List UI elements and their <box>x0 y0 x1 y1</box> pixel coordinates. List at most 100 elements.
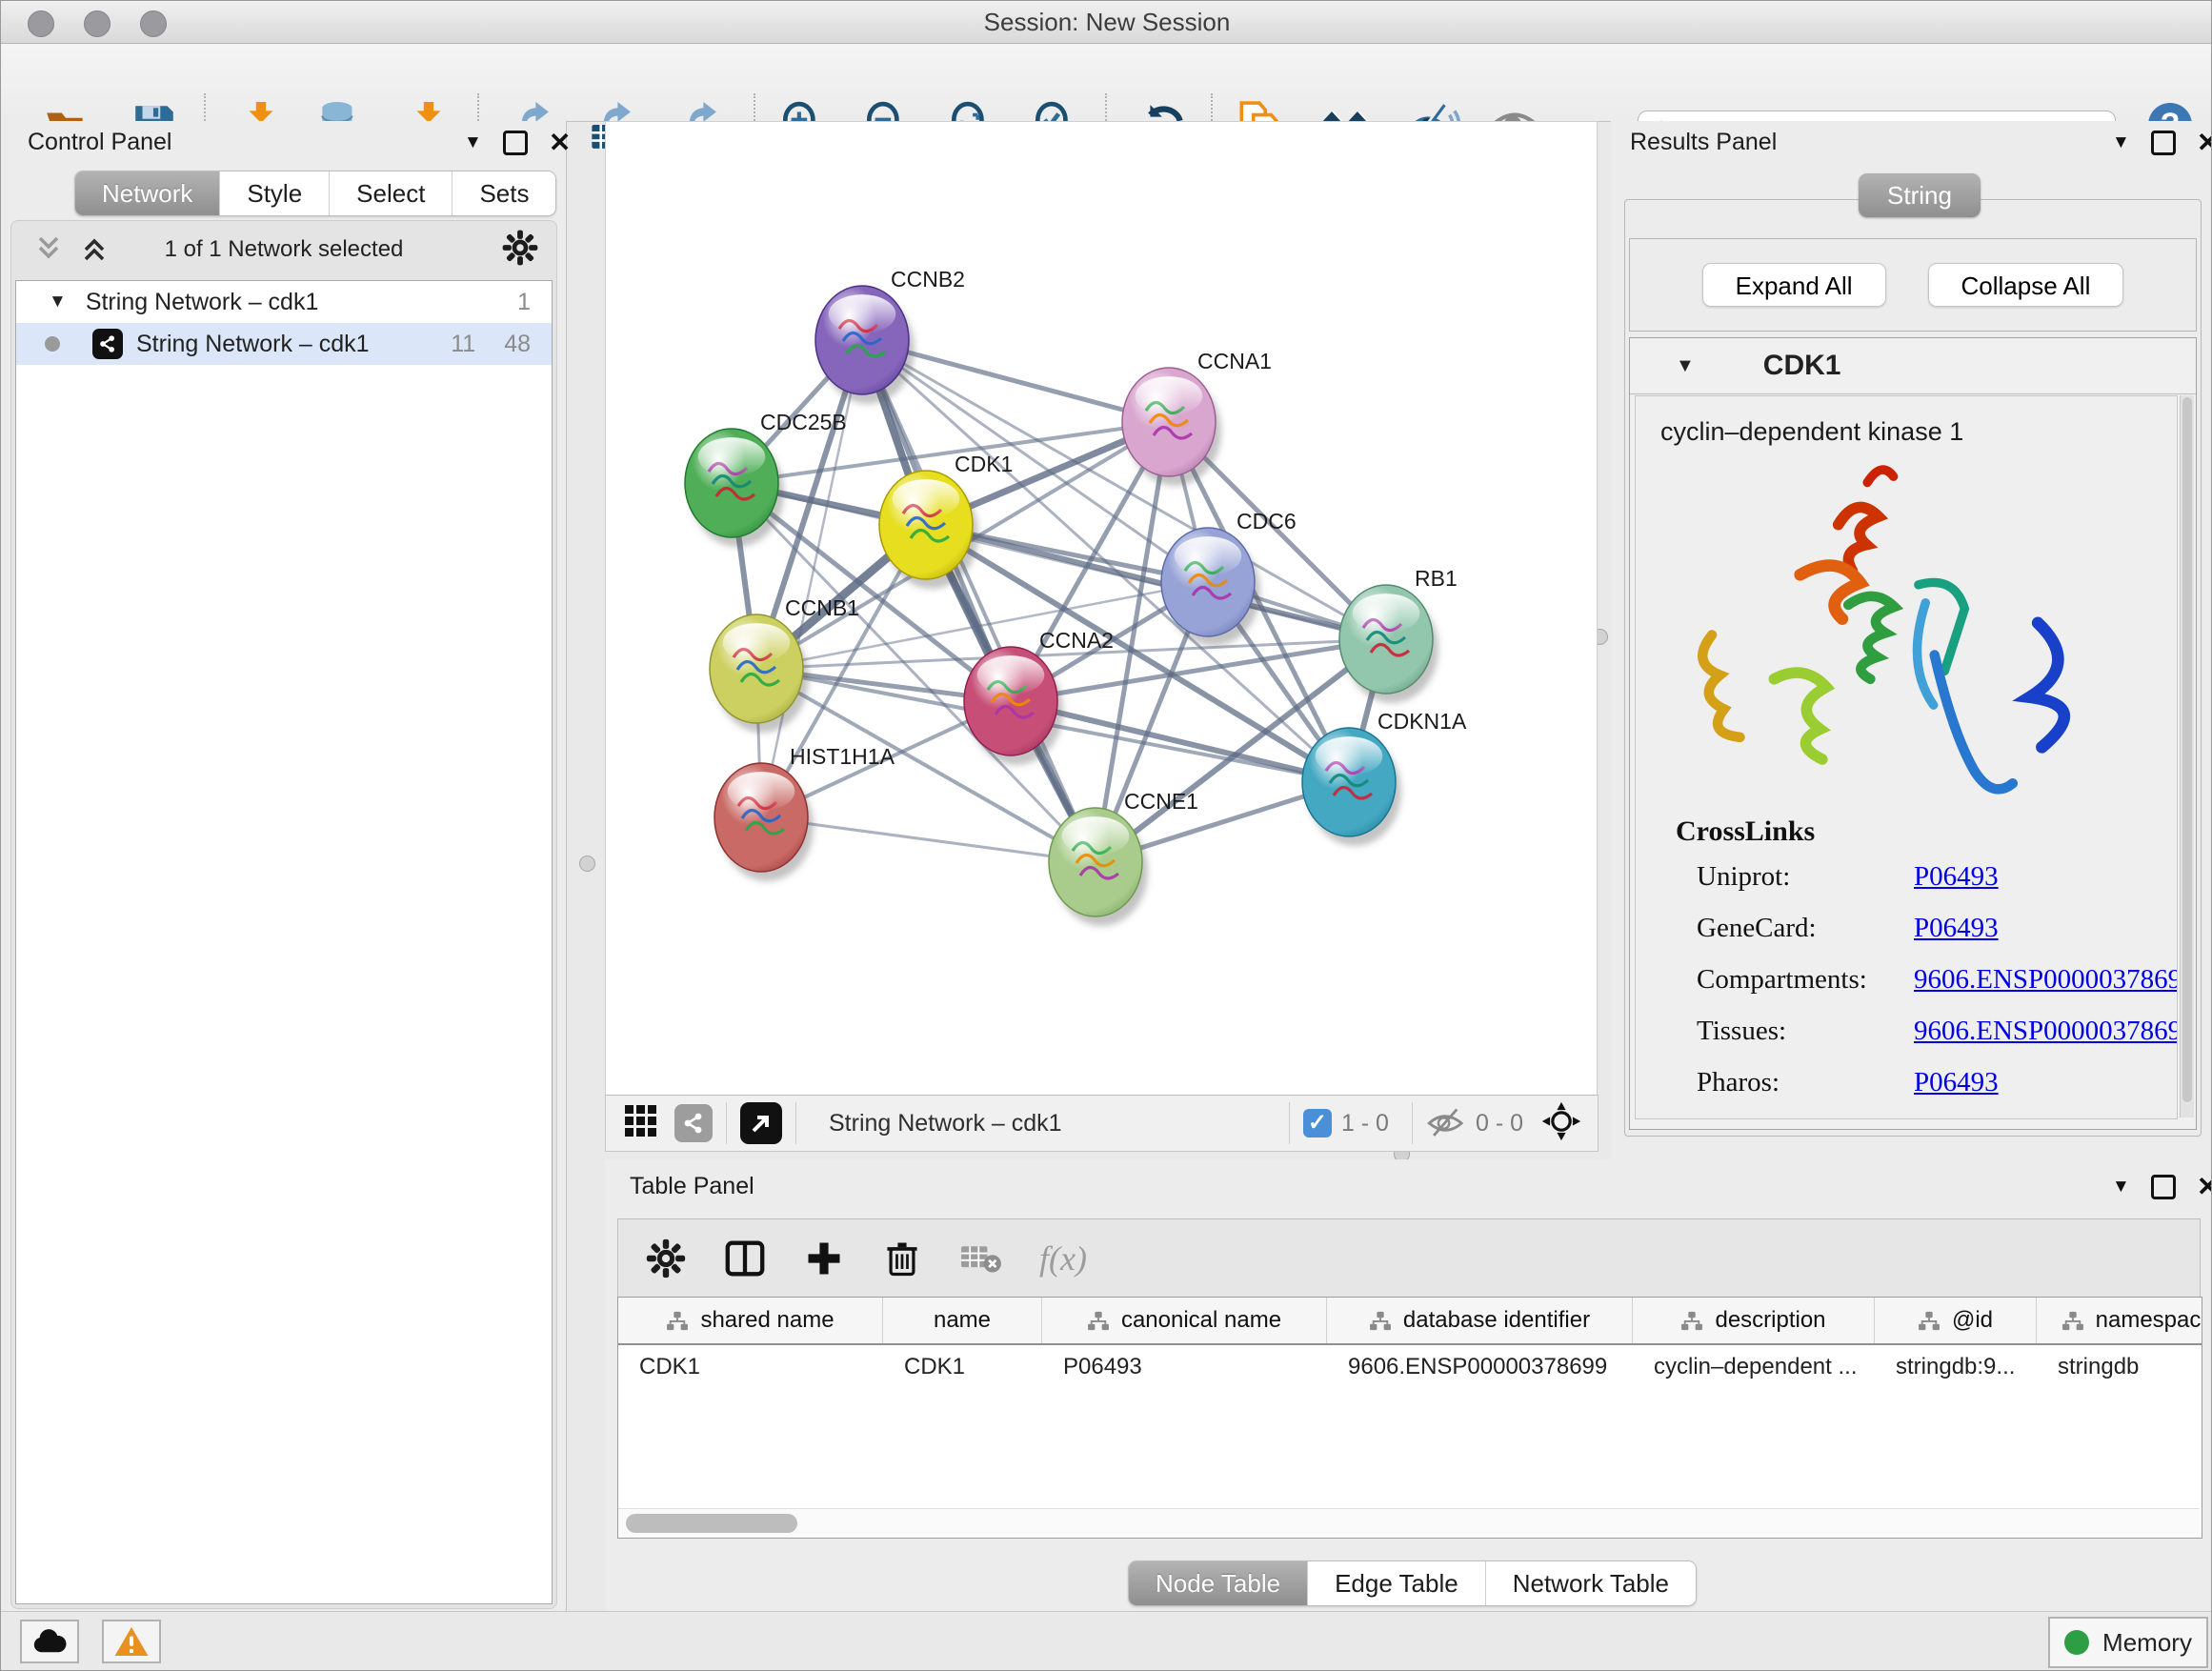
network-node-CCNA1[interactable]: CCNA1 <box>1122 349 1272 476</box>
node-label: CDC25B <box>760 410 847 434</box>
network-node-RB1[interactable]: RB1 <box>1339 566 1458 694</box>
crosslink-link[interactable]: 9606.ENSP00000378699 <box>1914 964 2178 996</box>
table-horizontal-scrollbar[interactable] <box>618 1508 2200 1538</box>
selected-node-edge-counts: 1 - 0 <box>1341 1110 1389 1137</box>
hidden-node-edge-counts: 0 - 0 <box>1476 1110 1523 1137</box>
tab-network-table[interactable]: Network Table <box>1486 1561 1696 1605</box>
crosslink-row: Tissues: 9606.ENSP00000378699 <box>1697 1016 2178 1047</box>
panel-float-icon[interactable] <box>503 131 528 155</box>
column-header-4[interactable]: database identifier <box>1327 1298 1633 1343</box>
section-collapse-icon[interactable]: ▼ <box>1676 355 1695 377</box>
node-label: CDK1 <box>955 452 1013 476</box>
panel-menu-caret-icon[interactable]: ▼ <box>2112 132 2130 153</box>
collapse-all-button[interactable]: Collapse All <box>1928 263 2124 307</box>
table-row[interactable]: CDK1CDK1P064939606.ENSP00000378699cyclin… <box>618 1345 2202 1389</box>
network-node-CDK1[interactable]: CDK1 <box>879 452 1013 579</box>
show-columns-icon[interactable] <box>723 1237 767 1280</box>
panel-menu-caret-icon[interactable]: ▼ <box>2112 1177 2130 1198</box>
window-title: Session: New Session <box>1 8 2212 37</box>
results-panel-title: Results Panel <box>1630 129 1777 156</box>
panel-close-icon[interactable]: ✕ <box>2197 1178 2212 1197</box>
protein-structure-image <box>1678 454 2087 836</box>
network-node-CCNB1[interactable]: CCNB1 <box>710 595 859 723</box>
column-header-3[interactable]: canonical name <box>1042 1298 1327 1343</box>
column-header-2[interactable]: name <box>883 1298 1042 1343</box>
tab-style[interactable]: Style <box>220 171 330 215</box>
footer-separator <box>726 1102 727 1144</box>
delete-trash-icon[interactable] <box>881 1238 923 1279</box>
crosslinks-section: CrossLinks Uniprot: P06493 GeneCard: P06… <box>1676 815 2178 1118</box>
node-label: RB1 <box>1415 566 1458 591</box>
tab-sets[interactable]: Sets <box>452 171 555 215</box>
function-builder-icon: f(x) <box>1039 1238 1087 1278</box>
tab-network[interactable]: Network <box>75 171 220 215</box>
network-view-button[interactable] <box>674 1104 713 1142</box>
tab-select[interactable]: Select <box>330 171 452 215</box>
results-scrollbar[interactable] <box>2180 395 2194 1117</box>
network-tree: ▼ String Network – cdk1 1 String Network… <box>15 280 553 1604</box>
network-options-gear[interactable] <box>501 229 539 272</box>
table-cell[interactable]: stringdb:9... <box>1875 1345 2037 1389</box>
network-name: String Network – cdk1 <box>136 331 370 358</box>
network-node-CDC6[interactable]: CDC6 <box>1161 509 1297 636</box>
cloud-status-button[interactable] <box>20 1620 79 1663</box>
hidden-items-eye-slash-icon[interactable] <box>1426 1106 1466 1140</box>
table-cell[interactable]: CDK1 <box>618 1345 883 1389</box>
crosslink-link[interactable]: P06493 <box>1914 1067 1999 1098</box>
table-cell[interactable]: P06493 <box>1042 1345 1327 1389</box>
crosslink-row: GeneCard: P06493 <box>1697 913 2178 944</box>
add-column-plus-icon[interactable] <box>803 1238 845 1279</box>
tab-edge-table[interactable]: Edge Table <box>1308 1561 1486 1605</box>
network-row-selected[interactable]: String Network – cdk1 11 48 <box>16 323 552 365</box>
crosslink-link[interactable]: 9606.ENSP00000378699 <box>1914 1016 2178 1047</box>
string-results-container: Expand All Collapse All ▼ CDK1 cyclin–de… <box>1624 199 2202 1137</box>
tab-string[interactable]: String <box>1859 173 1981 217</box>
network-canvas[interactable]: CCNB2CCNA1CDC25BCDK1CDC6RB1CCNB1CCNA2CDK… <box>605 121 1598 1096</box>
fit-selected-button[interactable] <box>1540 1100 1582 1147</box>
network-node-CDC25B[interactable]: CDC25B <box>685 410 847 537</box>
hierarchy-icon <box>1369 1311 1392 1331</box>
left-splitter-handle[interactable] <box>579 856 595 872</box>
crosslink-label: Compartments: <box>1697 964 1914 996</box>
warning-status-button[interactable] <box>102 1620 161 1663</box>
open-in-window-button[interactable] <box>740 1102 782 1144</box>
protein-section-header[interactable]: ▼ CDK1 <box>1630 338 2196 394</box>
cloud-icon <box>31 1627 68 1656</box>
crosslink-label: Pharos: <box>1697 1067 1914 1098</box>
table-cell[interactable]: stringdb <box>2037 1345 2202 1389</box>
table-gear-icon[interactable] <box>645 1238 687 1279</box>
crosslink-link[interactable]: P06493 <box>1914 861 1999 893</box>
control-panel-title: Control Panel <box>28 129 171 156</box>
column-header-1[interactable]: shared name <box>618 1298 883 1343</box>
network-collection-row[interactable]: ▼ String Network – cdk1 1 <box>16 281 552 323</box>
table-cell[interactable]: cyclin–dependent ... <box>1633 1345 1875 1389</box>
crosslink-link[interactable]: P06493 <box>1914 913 1999 944</box>
memory-status-button[interactable]: Memory <box>2048 1617 2208 1668</box>
node-table[interactable]: shared namenamecanonical namedatabase id… <box>617 1297 2202 1539</box>
selected-items-checkbox[interactable]: ✓ <box>1303 1109 1332 1137</box>
string-network-view[interactable]: CCNB2CCNA1CDC25BCDK1CDC6RB1CCNB1CCNA2CDK… <box>606 122 1597 1095</box>
node-label: CCNE1 <box>1124 789 1198 814</box>
table-cell[interactable]: CDK1 <box>883 1345 1042 1389</box>
footer-separator <box>1289 1102 1290 1144</box>
tree-expander-icon[interactable]: ▼ <box>49 292 67 312</box>
panel-menu-caret-icon[interactable]: ▼ <box>464 132 482 153</box>
hierarchy-icon <box>666 1311 689 1331</box>
network-node-CCNB2[interactable]: CCNB2 <box>815 267 965 394</box>
panel-close-icon[interactable]: ✕ <box>2197 133 2212 152</box>
expand-all-button[interactable]: Expand All <box>1702 263 1886 307</box>
network-node-CDKN1A[interactable]: CDKN1A <box>1302 709 1467 836</box>
tab-node-table[interactable]: Node Table <box>1129 1561 1308 1605</box>
column-header-5[interactable]: description <box>1633 1298 1875 1343</box>
panel-float-icon[interactable] <box>2151 131 2176 155</box>
panel-close-icon[interactable]: ✕ <box>549 133 571 152</box>
application-window: Session: New Session <box>0 0 2212 1671</box>
birds-eye-grid-button[interactable] <box>623 1103 659 1144</box>
panel-float-icon[interactable] <box>2151 1175 2176 1199</box>
network-edge[interactable] <box>862 340 1096 862</box>
hierarchy-icon <box>1918 1311 1941 1331</box>
delete-table-icon <box>959 1239 1003 1278</box>
column-header-7[interactable]: namespac <box>2037 1298 2202 1343</box>
column-header-6[interactable]: @id <box>1875 1298 2037 1343</box>
table-cell[interactable]: 9606.ENSP00000378699 <box>1327 1345 1633 1389</box>
